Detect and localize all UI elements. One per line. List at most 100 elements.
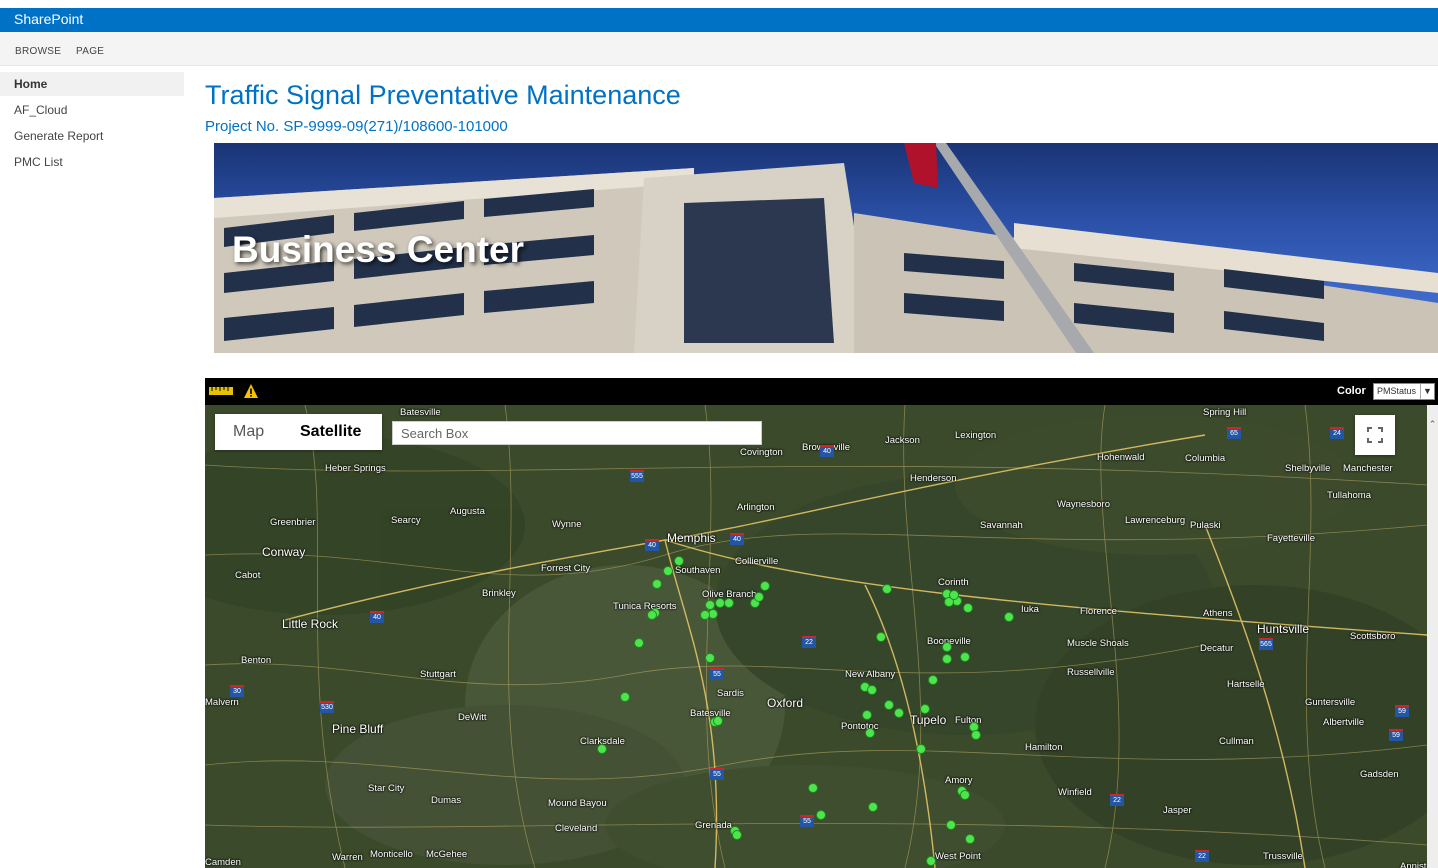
signal-location-marker[interactable]: [754, 592, 764, 602]
signal-location-marker[interactable]: [884, 700, 894, 710]
map-place-label: DeWitt: [458, 712, 487, 723]
signal-location-marker[interactable]: [916, 744, 926, 754]
map-place-label: Henderson: [910, 473, 957, 484]
signal-location-marker[interactable]: [946, 820, 956, 830]
signal-location-marker[interactable]: [647, 610, 657, 620]
map-place-label: West Point: [935, 851, 981, 862]
signal-location-marker[interactable]: [597, 744, 607, 754]
map-place-label: McGehee: [426, 849, 468, 860]
signal-location-marker[interactable]: [732, 830, 742, 840]
map-place-label: Amory: [945, 775, 973, 786]
map-place-label: Heber Springs: [325, 463, 386, 474]
page-title: Traffic Signal Preventative Maintenance: [205, 80, 681, 110]
signal-location-marker[interactable]: [808, 783, 818, 793]
map-canvas[interactable]: BatesvilleSpring HillJacksonLexingtonBro…: [205, 405, 1427, 868]
signal-location-marker[interactable]: [713, 716, 723, 726]
signal-location-marker[interactable]: [949, 590, 959, 600]
map-place-label: Conway: [262, 545, 306, 559]
signal-location-marker[interactable]: [760, 581, 770, 591]
map-place-label: Scottsboro: [1350, 631, 1396, 642]
map-place-label: Shelbyville: [1285, 463, 1331, 474]
highway-shield: 22: [802, 636, 816, 648]
signal-location-marker[interactable]: [960, 652, 970, 662]
map-place-label: Malvern: [205, 697, 239, 708]
highway-shield: 55: [710, 668, 724, 680]
map-type-map-button[interactable]: Map: [233, 414, 264, 450]
signal-location-marker[interactable]: [965, 834, 975, 844]
map-place-label: Forrest City: [541, 563, 591, 574]
highway-shield: 565: [1259, 638, 1273, 650]
signal-location-marker[interactable]: [920, 704, 930, 714]
map-place-label: Brinkley: [482, 588, 516, 599]
signal-location-marker[interactable]: [816, 810, 826, 820]
map-place-label: Jackson: [885, 435, 920, 446]
map-place-label: Warren: [332, 852, 363, 863]
signal-location-marker[interactable]: [1004, 612, 1014, 622]
page-subtitle: Project No. SP-9999-09(271)/108600-10100…: [205, 118, 508, 135]
map-type-control: Map Satellite: [215, 414, 382, 450]
map-place-label: Camden: [205, 857, 241, 868]
map-place-label: Winfield: [1058, 787, 1092, 798]
banner-image: Business Center: [214, 143, 1438, 353]
signal-location-marker[interactable]: [620, 692, 630, 702]
ruler-icon[interactable]: [209, 387, 233, 395]
signal-location-marker[interactable]: [942, 642, 952, 652]
signal-location-marker[interactable]: [928, 675, 938, 685]
signal-location-marker[interactable]: [652, 579, 662, 589]
sharepoint-brand[interactable]: SharePoint: [14, 11, 83, 27]
map-place-label: Muscle Shoals: [1067, 638, 1129, 649]
nav-item-af-cloud[interactable]: AF_Cloud: [0, 98, 184, 122]
color-select[interactable]: PMStatus ▼: [1373, 383, 1435, 400]
signal-location-marker[interactable]: [894, 708, 904, 718]
signal-location-marker[interactable]: [867, 685, 877, 695]
highway-shield: 40: [820, 445, 834, 457]
ribbon-tab-page[interactable]: PAGE: [76, 46, 104, 57]
fullscreen-button[interactable]: [1355, 415, 1395, 455]
nav-item-pmc-list[interactable]: PMC List: [0, 150, 184, 174]
map-place-label: Lawrenceburg: [1125, 515, 1186, 526]
map-place-label: Decatur: [1200, 643, 1234, 654]
signal-location-marker[interactable]: [663, 566, 673, 576]
warning-icon[interactable]: [243, 383, 259, 399]
signal-location-marker[interactable]: [705, 653, 715, 663]
map-place-label: Covington: [740, 447, 783, 458]
signal-location-marker[interactable]: [942, 654, 952, 664]
signal-location-marker[interactable]: [868, 802, 878, 812]
map-place-label: Huntsville: [1257, 622, 1310, 636]
map-scrollbar[interactable]: ⌃: [1427, 405, 1438, 868]
map-place-label: Collierville: [735, 556, 779, 567]
signal-location-marker[interactable]: [876, 632, 886, 642]
signal-location-marker[interactable]: [634, 638, 644, 648]
map-place-label: Manchester: [1343, 463, 1393, 474]
signal-location-marker[interactable]: [971, 730, 981, 740]
highway-shield: 40: [370, 611, 384, 623]
signal-location-marker[interactable]: [960, 790, 970, 800]
signal-location-marker[interactable]: [862, 710, 872, 720]
signal-location-marker[interactable]: [963, 603, 973, 613]
map-place-label: Southaven: [675, 565, 721, 576]
signal-location-marker[interactable]: [700, 610, 710, 620]
highway-shield: 55: [710, 768, 724, 780]
map-place-label: Batesville: [400, 407, 441, 418]
signal-location-marker[interactable]: [724, 598, 734, 608]
signal-location-marker[interactable]: [882, 584, 892, 594]
map-search-input[interactable]: [392, 421, 762, 445]
scroll-up-icon[interactable]: ⌃: [1427, 419, 1438, 430]
signal-location-marker[interactable]: [674, 556, 684, 566]
map-type-satellite-button[interactable]: Satellite: [300, 414, 361, 450]
ribbon: BROWSE PAGE: [0, 32, 1438, 66]
highway-shield: 555: [630, 470, 644, 482]
highway-shield: 30: [230, 685, 244, 697]
map-place-label: Corinth: [938, 577, 969, 588]
map-place-label: Cleveland: [555, 823, 598, 834]
signal-location-marker[interactable]: [926, 856, 936, 866]
nav-item-home[interactable]: Home: [0, 72, 184, 96]
map-toolbar: Color PMStatus ▼: [205, 378, 1438, 405]
map-place-label: Memphis: [667, 531, 716, 545]
highway-shield: 55: [800, 815, 814, 827]
nav-item-generate-report[interactable]: Generate Report: [0, 124, 184, 148]
ribbon-tab-browse[interactable]: BROWSE: [15, 46, 61, 57]
map-place-label: Wynne: [552, 519, 582, 530]
signal-location-marker[interactable]: [865, 728, 875, 738]
map-place-label: Hohenwald: [1097, 452, 1145, 463]
